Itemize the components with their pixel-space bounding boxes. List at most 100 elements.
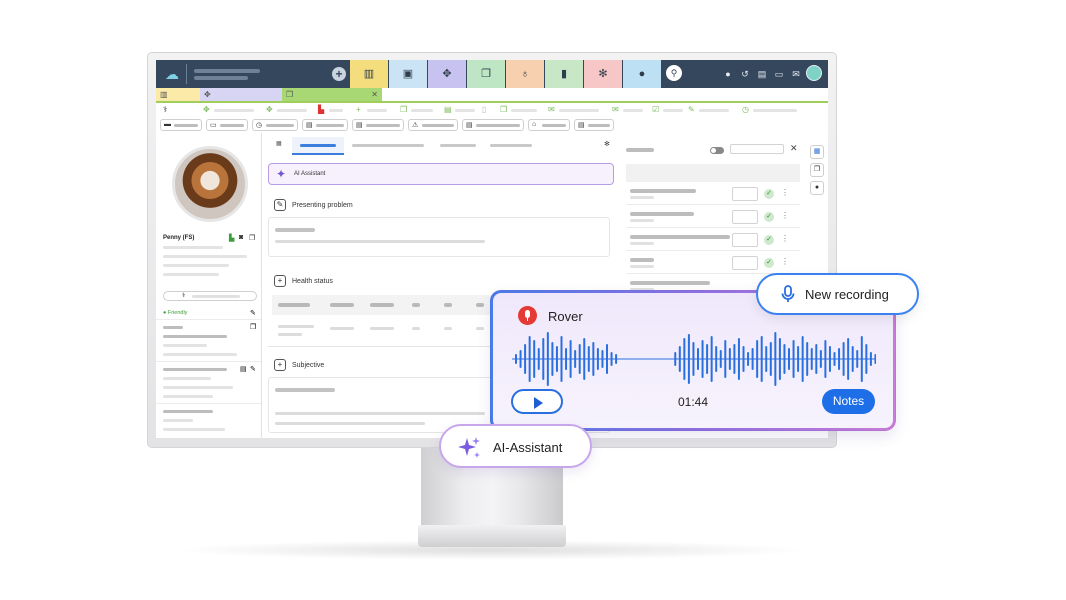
copy-icon[interactable]: ❐	[250, 323, 256, 331]
new-recording-button[interactable]: New recording	[756, 273, 919, 315]
toolbar-button[interactable]: ▬	[160, 119, 202, 131]
drop-icon[interactable]: ●	[722, 67, 734, 81]
value-input[interactable]	[732, 187, 758, 201]
panel-search-input[interactable]	[730, 144, 784, 154]
microphone-icon	[781, 285, 795, 302]
copy-icon[interactable]: ❐	[249, 234, 255, 242]
plus-icon[interactable]: +	[274, 275, 286, 287]
paw-icon[interactable]: ✥	[203, 105, 210, 114]
temperament-label: Friendly	[167, 310, 188, 316]
ai-assistant-bar[interactable]: ✦ AI Assistant	[268, 163, 614, 185]
grid-icon[interactable]: ▦	[276, 140, 282, 147]
table-row[interactable]: ✓ ⋮	[626, 229, 800, 251]
more-icon[interactable]: ⋮	[781, 211, 789, 220]
play-button[interactable]	[511, 389, 563, 414]
close-icon[interactable]: ✕	[371, 88, 378, 101]
search-icon[interactable]: ⚲	[666, 65, 682, 81]
contact-card-icon: ▣	[402, 68, 414, 80]
cell-placeholder	[370, 327, 394, 330]
nav-tab-settings[interactable]: ✻	[584, 60, 622, 88]
more-icon[interactable]: ⋮	[781, 188, 789, 197]
nav-tab-reports[interactable]: ▮	[545, 60, 583, 88]
microphone-icon[interactable]: ●	[810, 181, 824, 195]
plus-icon[interactable]: +	[356, 105, 361, 114]
check-icon[interactable]: ✓	[764, 189, 774, 199]
nav-tab-records[interactable]: ❐	[467, 60, 505, 88]
add-button[interactable]: +	[332, 67, 346, 81]
hospital-icon[interactable]: ▙	[318, 105, 324, 114]
section-title-placeholder	[163, 326, 183, 329]
mail-icon[interactable]: ✉	[548, 105, 555, 114]
toolbar-button[interactable]: ▭	[206, 119, 248, 131]
tab-label-placeholder[interactable]	[490, 144, 532, 147]
nav-tab-billing[interactable]: ♁	[506, 60, 544, 88]
copy-icon[interactable]: ❐	[810, 163, 824, 177]
audio-waveform[interactable]	[512, 332, 876, 386]
value-input[interactable]	[732, 256, 758, 270]
document-icon[interactable]: ▤	[240, 365, 247, 373]
close-icon[interactable]: ✕	[790, 143, 798, 154]
stethoscope-icon[interactable]: ⚕	[163, 105, 167, 114]
history-icon[interactable]: ↺	[739, 67, 751, 81]
toggle-switch[interactable]	[710, 147, 724, 154]
table-row[interactable]: ✓ ⋮	[626, 206, 800, 228]
toolbar-button[interactable]: ▤	[462, 119, 524, 131]
copy-icon[interactable]: ❐	[400, 105, 407, 114]
open-tab-record[interactable]: ❐ ✕	[282, 88, 382, 101]
table-row[interactable]: ✓ ⋮	[626, 252, 800, 274]
toolbar-button[interactable]: ⚠	[408, 119, 458, 131]
open-tab-calendar[interactable]: ▥	[156, 88, 200, 101]
patient-action-button[interactable]: ⚕	[163, 291, 257, 301]
table-row[interactable]: ✓ ⋮	[626, 183, 800, 205]
mail-icon[interactable]: ✉	[790, 67, 802, 81]
copy-icon[interactable]: ❐	[500, 105, 507, 114]
clinic-subtitle-placeholder	[194, 76, 248, 80]
ai-assistant-button[interactable]: AI-Assistant	[439, 424, 592, 468]
record-toolbar: ⚕ ✥ ✥ ▙ + ❐ ▤ ▯ ❐ ✉ ✉ ☑ ✎ ◷	[156, 103, 828, 117]
value-input[interactable]	[732, 233, 758, 247]
boot-icon[interactable]: ▙	[229, 234, 234, 242]
toolbar-button[interactable]: ⌂	[528, 119, 570, 131]
toolbar-button[interactable]: ◷	[252, 119, 298, 131]
pencil-icon[interactable]: ✎	[274, 199, 286, 211]
plus-icon[interactable]: +	[274, 359, 286, 371]
check-icon[interactable]: ✓	[764, 235, 774, 245]
nav-tab-contacts[interactable]: ▣	[389, 60, 427, 88]
edit-icon[interactable]: ✎	[250, 309, 256, 317]
cloud-icon[interactable]: ☁	[163, 65, 181, 83]
notes-button[interactable]: Notes	[822, 389, 875, 414]
open-tab-patient[interactable]: ✥	[200, 88, 282, 101]
tab-label-placeholder[interactable]	[440, 144, 476, 147]
more-icon[interactable]: ⋮	[781, 234, 789, 243]
document-icon[interactable]: ▤	[444, 105, 452, 114]
value-input[interactable]	[732, 210, 758, 224]
more-icon[interactable]: ⋮	[781, 257, 789, 266]
cell-placeholder	[476, 327, 484, 330]
clock-icon[interactable]: ◷	[742, 105, 749, 114]
camera-icon[interactable]: ◙	[239, 234, 243, 241]
gear-icon[interactable]: ✻	[604, 140, 610, 148]
nav-tab-patients[interactable]: ✥	[428, 60, 466, 88]
edit-icon[interactable]: ✎	[250, 365, 256, 373]
tab-label-placeholder[interactable]	[352, 144, 424, 147]
checklist-icon[interactable]: ☑	[652, 105, 659, 114]
nav-tab-calendar[interactable]: ▥	[350, 60, 388, 88]
check-icon[interactable]: ✓	[764, 212, 774, 222]
nav-tab-help[interactable]: ●	[623, 60, 661, 88]
check-icon[interactable]: ✓	[764, 258, 774, 268]
print-icon[interactable]: ▭	[773, 67, 785, 81]
file-icon[interactable]: ▯	[482, 105, 486, 114]
user-avatar[interactable]	[806, 65, 822, 81]
save-icon[interactable]: ▤	[756, 67, 768, 81]
chat-icon[interactable]: ✉	[612, 105, 619, 114]
toolbar-button[interactable]: ▤	[574, 119, 614, 131]
toolbar-button[interactable]: ▤	[302, 119, 348, 131]
presenting-problem-field[interactable]	[268, 217, 610, 257]
calendar-icon[interactable]: ▦	[810, 145, 824, 159]
toolbar-button[interactable]: ▤	[352, 119, 404, 131]
info-line	[163, 344, 207, 347]
tab-active[interactable]	[292, 137, 344, 155]
paw-icon[interactable]: ✥	[266, 105, 273, 114]
pen-icon[interactable]: ✎	[688, 105, 695, 114]
info-line	[163, 419, 193, 422]
